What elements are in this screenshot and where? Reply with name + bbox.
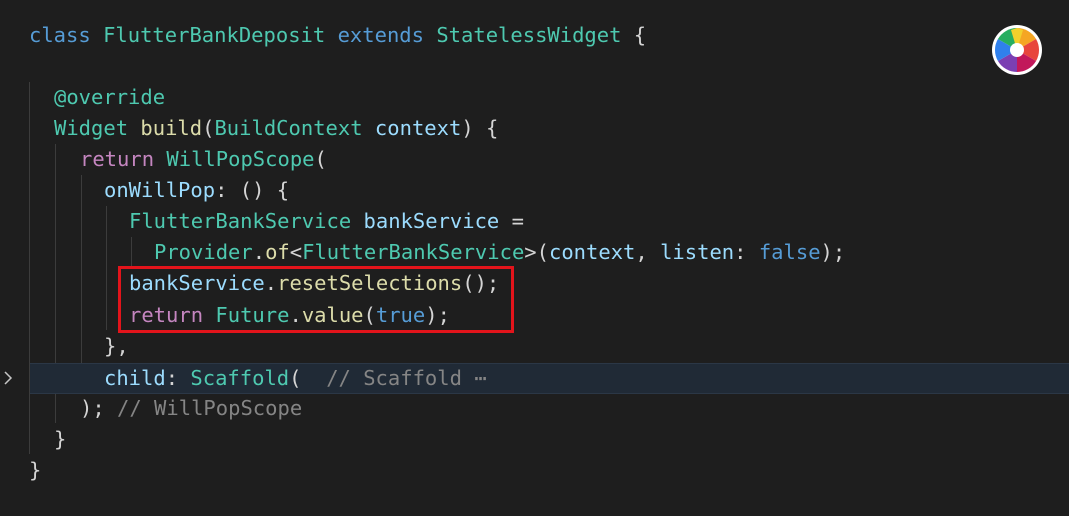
- code-token: :: [165, 366, 191, 390]
- code-line-15[interactable]: }: [0, 455, 1069, 486]
- code-token: (: [289, 366, 327, 390]
- code-line-13[interactable]: ); // WillPopScope: [0, 393, 1069, 424]
- code-token: build: [140, 116, 203, 140]
- code-text: @override: [54, 82, 165, 113]
- code-token: <: [289, 240, 303, 264]
- code-line-6[interactable]: onWillPop: () {: [0, 175, 1069, 206]
- code-token: >(: [524, 240, 549, 264]
- code-token: (: [314, 147, 327, 171]
- color-wheel-icon[interactable]: [991, 24, 1043, 76]
- code-line-5[interactable]: return WillPopScope(: [0, 144, 1069, 175]
- code-token: (: [202, 116, 215, 140]
- code-text: },: [104, 331, 129, 362]
- code-token: BuildContext: [214, 116, 363, 140]
- code-text: class FlutterBankDeposit extends Statele…: [29, 20, 646, 51]
- code-text: return WillPopScope(: [80, 144, 327, 175]
- code-token: Scaffold: [190, 366, 290, 390]
- code-token: return: [80, 147, 155, 171]
- code-token: StatelessWidget: [436, 23, 622, 47]
- code-token: }: [29, 458, 42, 482]
- code-line-7[interactable]: FlutterBankService bankService =: [0, 206, 1069, 237]
- code-text: onWillPop: () {: [104, 175, 289, 206]
- code-line-8[interactable]: Provider.of<FlutterBankService>(context,…: [0, 237, 1069, 268]
- code-token: context: [548, 240, 636, 264]
- code-token: of: [265, 240, 290, 264]
- code-token: false: [758, 240, 821, 264]
- code-token: :: [734, 240, 759, 264]
- code-line-1[interactable]: class FlutterBankDeposit extends Statele…: [0, 20, 1069, 51]
- code-text: child: Scaffold( // Scaffold ⋯: [104, 364, 487, 393]
- code-token: },: [104, 334, 129, 358]
- code-text: ); // WillPopScope: [80, 393, 302, 424]
- code-token: bankService: [363, 209, 500, 233]
- code-token: );: [80, 396, 118, 420]
- code-text: }: [29, 455, 41, 486]
- code-line-4[interactable]: Widget build(BuildContext context) {: [0, 113, 1069, 144]
- code-token: // Scaffold: [326, 366, 462, 390]
- code-token: // WillPopScope: [117, 396, 303, 420]
- code-token: : () {: [215, 178, 290, 202]
- chevron-right-icon[interactable]: [2, 363, 16, 394]
- code-line-14[interactable]: }: [0, 424, 1069, 455]
- code-token: extends: [337, 23, 424, 47]
- code-token: Widget: [54, 116, 129, 140]
- code-text: }: [54, 424, 66, 455]
- code-editor[interactable]: class FlutterBankDeposit extends Statele…: [0, 0, 1069, 516]
- code-text: Widget build(BuildContext context) {: [54, 113, 498, 144]
- code-token: FlutterBankDeposit: [103, 23, 326, 47]
- code-token: onWillPop: [104, 178, 216, 202]
- code-token: @override: [54, 85, 166, 109]
- code-text: Provider.of<FlutterBankService>(context,…: [154, 237, 845, 268]
- code-token: listen: [660, 240, 735, 264]
- code-token: }: [54, 427, 67, 451]
- highlight-box: [118, 266, 514, 333]
- code-line-2[interactable]: [0, 51, 1069, 82]
- code-token: FlutterBankService: [129, 209, 352, 233]
- code-token: =: [499, 209, 524, 233]
- code-token: child: [104, 366, 166, 390]
- code-token: ,: [635, 240, 661, 264]
- code-text: FlutterBankService bankService =: [129, 206, 524, 237]
- code-token: ) {: [461, 116, 499, 140]
- code-token: context: [374, 116, 462, 140]
- code-token: class: [29, 23, 91, 47]
- code-line-11[interactable]: },: [0, 331, 1069, 362]
- code-line-12[interactable]: child: Scaffold( // Scaffold ⋯: [30, 363, 1069, 394]
- code-token: );: [820, 240, 846, 264]
- code-line-3[interactable]: @override: [0, 82, 1069, 113]
- code-token: FlutterBankService: [302, 240, 525, 264]
- code-token: WillPopScope: [166, 147, 315, 171]
- code-token: ⋯: [461, 366, 487, 390]
- code-token: .: [252, 240, 266, 264]
- code-token: {: [621, 23, 647, 47]
- code-token: Provider: [154, 240, 253, 264]
